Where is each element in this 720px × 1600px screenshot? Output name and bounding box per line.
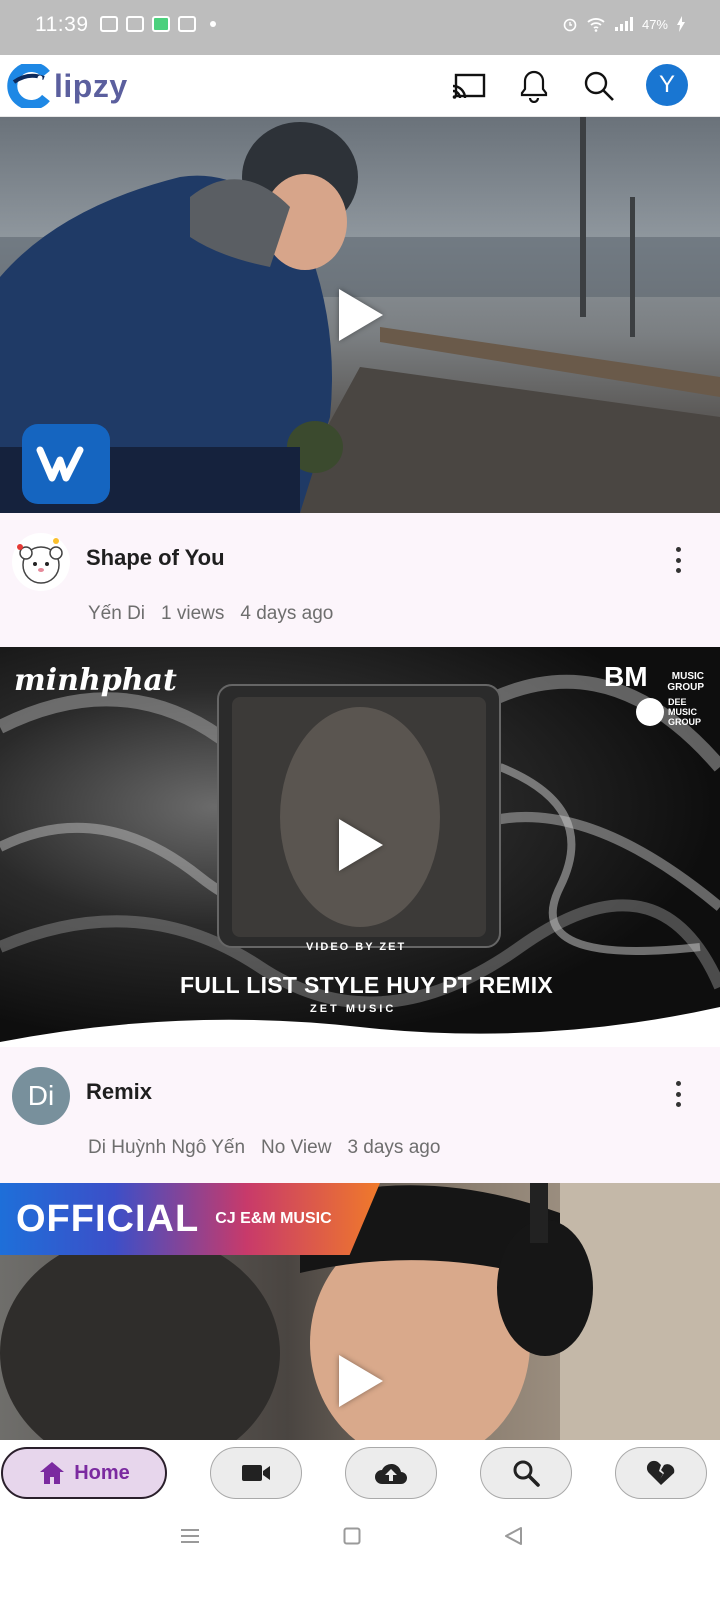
view-count: No View — [261, 1137, 332, 1158]
bell-icon — [520, 70, 548, 103]
alarm-icon — [563, 18, 577, 32]
more-options-button[interactable] — [674, 1081, 682, 1107]
more-options-button[interactable] — [674, 547, 682, 573]
video-info: Shape of You Yến Di 1 views 4 days ago — [0, 513, 720, 647]
status-time: 11:39 — [35, 13, 89, 36]
charging-icon — [677, 16, 685, 32]
thumb-title: FULL LIST STYLE HUY PT REMIX — [180, 972, 554, 998]
system-navigation-bar — [0, 1508, 720, 1600]
video-camera-icon — [242, 1465, 270, 1481]
cast-button[interactable] — [448, 65, 490, 107]
thumb-video-by: VIDEO BY ZET — [306, 941, 407, 953]
shield-icon — [126, 16, 144, 32]
dee-logo-text: DEE MUSIC GROUP — [668, 697, 702, 727]
channel-avatar[interactable]: Di — [12, 1067, 70, 1125]
recent-apps-icon[interactable] — [180, 1528, 200, 1544]
video-feed: Shape of You Yến Di 1 views 4 days ago m… — [0, 117, 720, 1441]
battery-percent: 47% — [641, 16, 668, 32]
search-icon — [584, 71, 614, 101]
back-triangle-icon[interactable] — [503, 1526, 523, 1546]
label-text: CJ E&M MUSIC — [215, 1210, 332, 1227]
nav-home-label: Home — [74, 1461, 130, 1484]
app-notification-icon — [152, 16, 170, 32]
video-thumbnail[interactable] — [0, 117, 720, 513]
upload-age: 3 days ago — [347, 1137, 441, 1158]
nav-videos-button[interactable] — [210, 1447, 302, 1499]
channel-avatar[interactable] — [12, 533, 70, 591]
play-icon[interactable] — [339, 289, 383, 341]
status-bar: 11:39 47% — [0, 0, 720, 55]
broken-heart-icon — [646, 1460, 675, 1485]
video-title[interactable]: Remix — [86, 1079, 152, 1105]
dee-logo-icon — [636, 698, 664, 726]
app-bar: lipzy Y — [0, 55, 720, 117]
video-subtitle: Yến Di 1 views 4 days ago — [88, 603, 333, 625]
bm-logo-subtitle: MUSIC GROUP — [667, 670, 704, 693]
cast-icon — [452, 73, 486, 99]
logo-text: lipzy — [54, 67, 128, 104]
channel-name[interactable]: Yến Di — [88, 603, 145, 625]
video-subtitle: Di Huỳnh Ngô Yến No View 3 days ago — [88, 1137, 440, 1159]
view-count: 1 views — [161, 603, 225, 624]
zalo-icon — [178, 16, 196, 32]
nav-upload-button[interactable] — [345, 1447, 437, 1499]
message-icon — [100, 16, 118, 32]
logo-c-icon — [6, 62, 56, 110]
more-notifications-dot-icon — [210, 21, 216, 27]
bm-logo-text: BM — [604, 661, 648, 692]
video-thumbnail[interactable]: minhphat BM MUSIC GROUP DEE MUSIC GROUP … — [0, 647, 720, 1047]
video-title[interactable]: Shape of You — [86, 545, 225, 571]
notifications-button[interactable] — [513, 65, 555, 107]
dee-music-logo: DEE MUSIC GROUP — [636, 697, 704, 727]
video-thumbnail[interactable]: OFFICIAL CJ E&M MUSIC — [0, 1183, 720, 1441]
thumb-watermark-left: minhphat — [14, 663, 177, 698]
user-avatar[interactable]: Y — [646, 64, 688, 106]
video-info: Di Remix Di Huỳnh Ngô Yến No View 3 days… — [0, 1047, 720, 1183]
home-icon — [40, 1462, 65, 1484]
home-square-icon[interactable] — [343, 1527, 361, 1545]
channel-name[interactable]: Di Huỳnh Ngô Yến — [88, 1137, 245, 1159]
signal-icon — [614, 17, 633, 31]
search-icon — [513, 1460, 540, 1487]
cloud-upload-icon — [375, 1463, 407, 1484]
wifi-icon — [587, 18, 605, 32]
clipzy-logo[interactable]: lipzy — [6, 61, 128, 111]
play-icon[interactable] — [339, 819, 383, 871]
nav-home-button[interactable]: Home — [1, 1447, 167, 1499]
notification-icons — [100, 16, 216, 32]
play-icon[interactable] — [339, 1355, 383, 1407]
official-text: OFFICIAL — [16, 1197, 200, 1240]
bottom-navigation: Home — [0, 1440, 720, 1508]
nav-search-button[interactable] — [480, 1447, 572, 1499]
bm-music-logo: BM MUSIC GROUP — [604, 661, 704, 693]
upload-age: 4 days ago — [240, 603, 334, 624]
search-button[interactable] — [578, 65, 620, 107]
nav-favorites-button[interactable] — [615, 1447, 707, 1499]
official-banner: OFFICIAL CJ E&M MUSIC — [0, 1183, 380, 1255]
warner-logo — [22, 424, 110, 504]
system-indicators: 47% — [562, 16, 686, 32]
thumb-brand: ZET MUSIC — [310, 1003, 397, 1015]
